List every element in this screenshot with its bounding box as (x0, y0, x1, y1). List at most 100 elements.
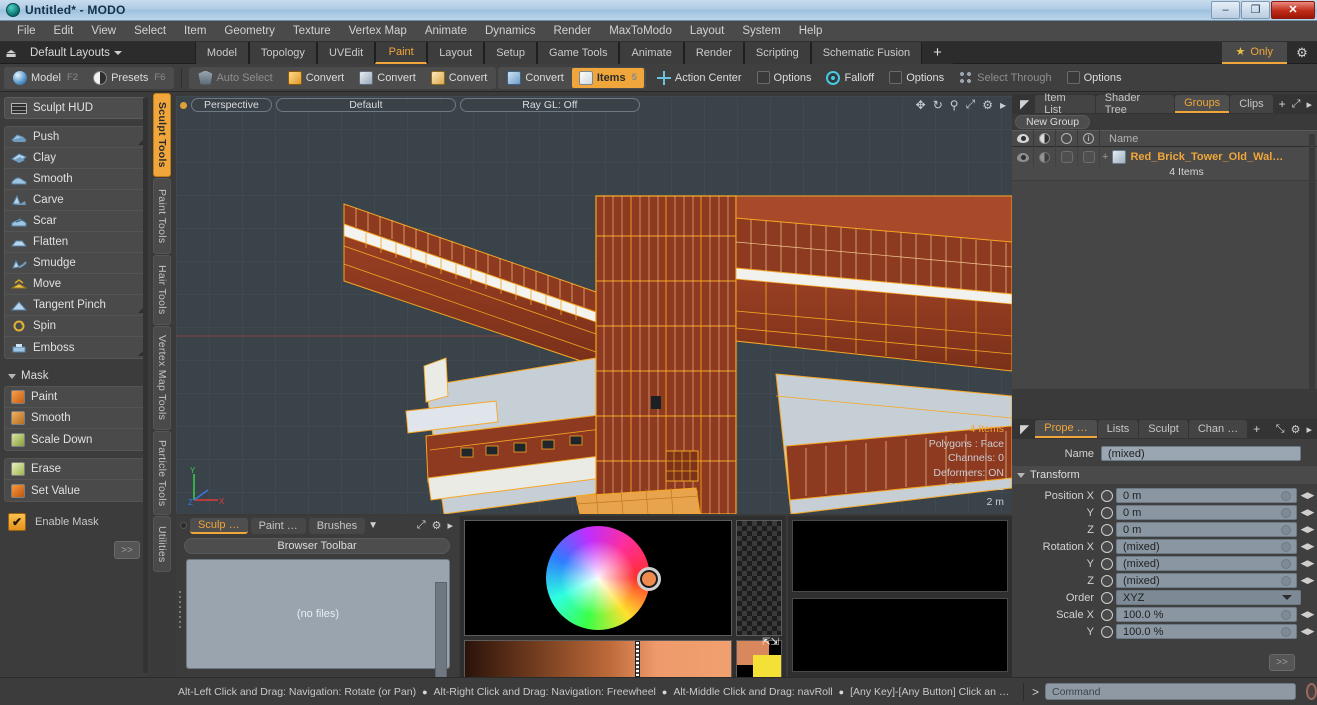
menu-item-texture[interactable]: Texture (284, 21, 340, 42)
order-knob[interactable] (1101, 591, 1113, 604)
vtab-vertex-map-tools[interactable]: Vertex Map Tools (153, 326, 171, 430)
menu-item-vertex-map[interactable]: Vertex Map (340, 21, 416, 42)
layout-tab-model[interactable]: Model (194, 41, 249, 64)
rotation-z-field[interactable]: (mixed) (1116, 573, 1297, 588)
enable-mask-row[interactable]: ✔ Enable Mask (4, 509, 146, 531)
add-panel-tab-button[interactable]: + (1274, 97, 1291, 111)
action-center-options-button[interactable]: Options (750, 68, 819, 88)
menu-item-geometry[interactable]: Geometry (215, 21, 284, 42)
sculpt-tool-emboss[interactable]: Emboss (5, 337, 145, 358)
position-z-knob[interactable] (1101, 523, 1113, 536)
layout-tab-game-tools[interactable]: Game Tools (536, 41, 620, 64)
convert-edges-button[interactable]: Convert (352, 68, 423, 88)
chevron-right-icon[interactable]: ▸ (1306, 423, 1312, 436)
mask-tool-set-value[interactable]: Set Value (5, 480, 145, 501)
default-layouts-dropdown[interactable]: Default Layouts (22, 47, 130, 59)
chevron-right-icon[interactable]: ▸ (1000, 98, 1006, 112)
layout-tab-scripting[interactable]: Scripting (743, 41, 811, 64)
eject-icon[interactable]: ⏏ (0, 46, 22, 60)
menu-item-maxtomodo[interactable]: MaxToModo (600, 21, 681, 42)
color-wheel-cursor[interactable] (637, 567, 661, 591)
expand-row-button[interactable]: + (1102, 151, 1108, 163)
position-x-spinner[interactable]: ◀▶ (1300, 489, 1315, 503)
rotation-x-field[interactable]: (mixed) (1116, 539, 1297, 554)
sculpt-tool-flatten[interactable]: Flatten (5, 232, 145, 253)
row-visibility-toggle[interactable] (1012, 147, 1034, 167)
only-toggle-button[interactable]: ★ Only (1221, 41, 1287, 64)
scale-y-spinner[interactable]: ◀▶ (1300, 625, 1315, 639)
scale-x-spinner[interactable]: ◀▶ (1300, 608, 1315, 622)
row-render-toggle[interactable] (1056, 147, 1078, 167)
browser-file-list[interactable]: (no files) (186, 559, 450, 669)
tab-sculpt-browser[interactable]: Sculp … (190, 517, 248, 534)
tab-lists[interactable]: Lists (1097, 420, 1139, 438)
layout-tab-uvedit[interactable]: UVEdit (316, 41, 376, 64)
chevron-right-icon[interactable]: ▸ (1306, 98, 1312, 111)
vtab-utilities[interactable]: Utilities (153, 516, 171, 572)
viewport-shading-mode[interactable]: Default (275, 98, 456, 112)
mask-section-header[interactable]: Mask (4, 366, 146, 386)
sculpt-hud-button[interactable]: Sculpt HUD (4, 97, 146, 119)
color-wheel[interactable] (546, 526, 650, 630)
color-wheel-area[interactable] (464, 520, 732, 636)
add-properties-tab-button[interactable]: + (1248, 422, 1265, 436)
left-panel-scrollbar[interactable] (143, 98, 148, 673)
gear-icon[interactable]: ⚙ (1291, 423, 1301, 436)
position-y-knob[interactable] (1101, 506, 1113, 519)
position-z-field[interactable]: 0 m (1116, 522, 1297, 537)
alpha-checker[interactable] (736, 520, 782, 636)
tab-brushes-browser[interactable]: Brushes (308, 517, 366, 534)
items-mode-button[interactable]: Items 5 (571, 67, 644, 88)
menu-item-item[interactable]: Item (175, 21, 215, 42)
table-row[interactable]: + Red_Brick_Tower_Old_Wal… 4 Items (1012, 147, 1317, 181)
vtab-hair-tools[interactable]: Hair Tools (153, 255, 171, 325)
position-z-spinner[interactable]: ◀▶ (1300, 523, 1315, 537)
scale-y-field[interactable]: 100.0 % (1116, 624, 1297, 639)
auto-select-button[interactable]: Auto Select (191, 68, 279, 88)
position-y-field[interactable]: 0 m (1116, 505, 1297, 520)
layout-tab-topology[interactable]: Topology (248, 41, 317, 64)
rotation-x-spinner[interactable]: ◀▶ (1300, 540, 1315, 554)
swap-colors-icon[interactable]: ⇱⇲ (762, 637, 779, 648)
vtab-particle-tools[interactable]: Particle Tools (153, 431, 171, 515)
sculpt-tool-smudge[interactable]: Smudge (5, 253, 145, 274)
mask-tool-scale-down[interactable]: Scale Down (5, 429, 145, 450)
convert-vertices-button[interactable]: Convert (281, 68, 352, 88)
tab-paint-browser[interactable]: Paint … (250, 517, 306, 534)
collapse-icon[interactable]: ⤡ (1276, 423, 1285, 436)
scale-y-knob[interactable] (1101, 625, 1113, 638)
layout-tab-animate[interactable]: Animate (619, 41, 684, 64)
group-tree-scrollbar[interactable] (1309, 134, 1315, 394)
layout-tab-schematic-fusion[interactable]: Schematic Fusion (810, 41, 923, 64)
add-layout-tab-button[interactable]: + (922, 41, 953, 64)
panel-menu-icon[interactable]: ◤ (1015, 97, 1034, 111)
menu-item-edit[interactable]: Edit (45, 21, 83, 42)
position-x-knob[interactable] (1101, 489, 1113, 502)
menu-item-file[interactable]: File (8, 21, 45, 42)
mode-model-button[interactable]: Model F2 (6, 68, 85, 88)
menu-item-render[interactable]: Render (544, 21, 600, 42)
viewport-view-mode[interactable]: Perspective (191, 98, 272, 112)
3d-viewport[interactable]: Perspective Default Ray GL: Off ✥ ↻ ⚲ ⤢ … (176, 96, 1012, 514)
tab-shader-tree[interactable]: Shader Tree (1095, 92, 1175, 116)
viewport-raygl-toggle[interactable]: Ray GL: Off (459, 98, 640, 112)
select-through-button[interactable]: Select Through (952, 68, 1058, 88)
sculpt-tool-smooth[interactable]: Smooth (5, 169, 145, 190)
sculpt-tool-push[interactable]: Push (5, 127, 145, 148)
menu-item-layout[interactable]: Layout (681, 21, 734, 42)
preview-area-bottom[interactable] (792, 598, 1008, 672)
action-center-button[interactable]: Action Center (650, 68, 749, 88)
sculpt-tool-scar[interactable]: Scar (5, 211, 145, 232)
rotation-y-spinner[interactable]: ◀▶ (1300, 557, 1315, 571)
browser-toolbar[interactable]: Browser Toolbar (184, 538, 450, 554)
background-swatch[interactable] (753, 655, 781, 677)
browser-drag-handle[interactable] (178, 590, 183, 630)
sculpt-tool-tangent-pinch[interactable]: Tangent Pinch (5, 295, 145, 316)
tab-channels[interactable]: Chan … (1188, 420, 1248, 438)
panel-menu-icon[interactable] (180, 522, 187, 529)
command-input[interactable]: Command (1044, 683, 1296, 700)
mode-presets-button[interactable]: Presets F6 (86, 68, 172, 88)
fit-icon[interactable]: ⤢ (966, 97, 976, 112)
chevron-right-icon[interactable]: ▸ (447, 519, 453, 532)
pan-icon[interactable]: ✥ (916, 98, 926, 112)
